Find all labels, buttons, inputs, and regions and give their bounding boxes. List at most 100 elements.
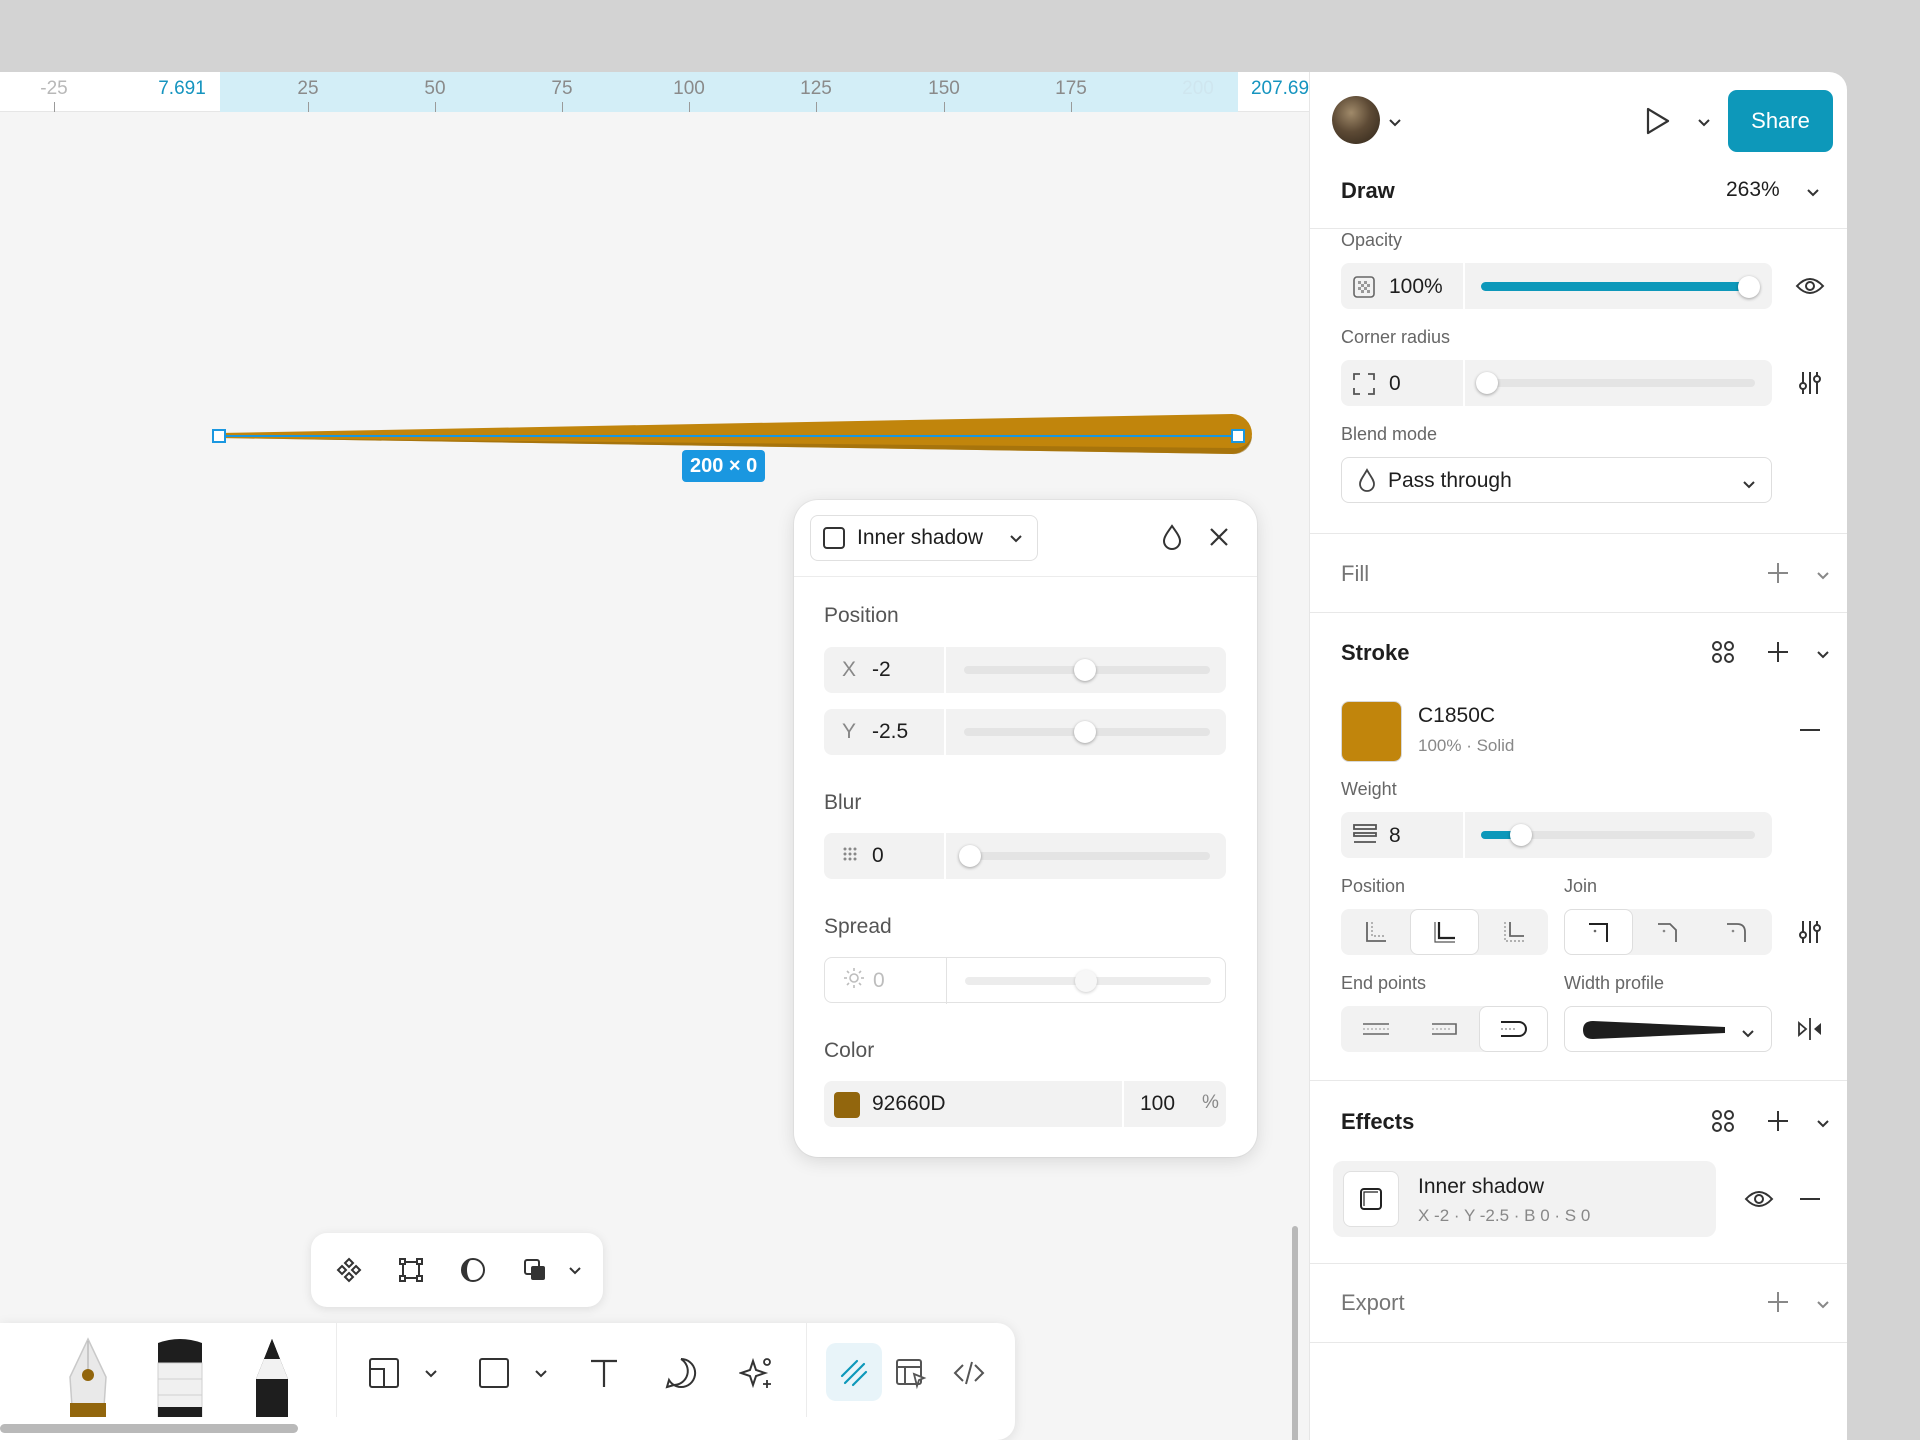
- y-offset-slider[interactable]: [964, 721, 1210, 743]
- vertical-scrollbar[interactable]: [1292, 1226, 1298, 1440]
- effect-type-dropdown[interactable]: Inner shadow: [810, 515, 1038, 561]
- stroke-color-hex[interactable]: C1850C: [1418, 704, 1495, 728]
- blur-slider[interactable]: [959, 845, 1210, 867]
- shadow-color-opacity[interactable]: 100: [1140, 1092, 1175, 1116]
- stroke-weight-slider[interactable]: [1481, 824, 1755, 846]
- corner-radius-slider[interactable]: [1476, 372, 1755, 394]
- zoom-level[interactable]: 263%: [1726, 178, 1780, 202]
- percent-sign: %: [1202, 1092, 1219, 1113]
- cap-square-icon[interactable]: [1410, 1006, 1479, 1052]
- slider-knob[interactable]: [1476, 372, 1498, 394]
- shadow-color-swatch[interactable]: [834, 1092, 860, 1118]
- draw-mode-icon[interactable]: [834, 1353, 874, 1393]
- pen-tool-icon[interactable]: [60, 1335, 116, 1417]
- x-offset-field[interactable]: X -2: [824, 647, 1226, 693]
- cap-none-icon[interactable]: [1341, 1006, 1410, 1052]
- styles-grid-icon[interactable]: [1706, 1104, 1740, 1138]
- play-icon[interactable]: [1640, 104, 1674, 138]
- stroke-outside-icon[interactable]: [1479, 909, 1548, 955]
- selection-handle-end[interactable]: [1231, 429, 1245, 443]
- join-round-icon[interactable]: [1702, 909, 1772, 955]
- ai-sparkle-icon[interactable]: [737, 1353, 777, 1393]
- blur-value[interactable]: 0: [872, 844, 884, 868]
- add-effect-icon[interactable]: [1761, 1104, 1795, 1138]
- chevron-down-icon[interactable]: [1388, 114, 1402, 132]
- rectangle-tool-icon[interactable]: [474, 1353, 514, 1393]
- inner-shadow-icon[interactable]: [1343, 1171, 1399, 1227]
- export-section-title[interactable]: Export: [1341, 1290, 1405, 1316]
- blend-drop-icon[interactable]: [1157, 522, 1187, 552]
- chevron-down-icon[interactable]: [1816, 1115, 1830, 1133]
- opacity-slider[interactable]: [1481, 276, 1760, 298]
- eye-icon[interactable]: [1742, 1182, 1776, 1216]
- design-mode-icon[interactable]: [891, 1353, 931, 1393]
- adjust-sliders-icon[interactable]: [1793, 366, 1827, 400]
- slider-knob[interactable]: [959, 845, 981, 867]
- fill-section-title[interactable]: Fill: [1341, 561, 1369, 587]
- opacity-value[interactable]: 100%: [1389, 275, 1443, 299]
- color-label: Color: [824, 1039, 875, 1062]
- avatar[interactable]: [1332, 96, 1380, 144]
- opacity-label: Opacity: [1341, 230, 1403, 250]
- drawn-stroke[interactable]: [0, 72, 1309, 472]
- effect-row-inner-shadow[interactable]: Inner shadow X -2 · Y -2.5 · B 0 · S 0: [1333, 1161, 1716, 1237]
- add-stroke-icon[interactable]: [1761, 635, 1795, 669]
- pencil-tool-icon[interactable]: [244, 1335, 300, 1417]
- chevron-down-icon[interactable]: [1816, 646, 1830, 664]
- frame-tool-icon[interactable]: [364, 1353, 404, 1393]
- spread-slider: [965, 970, 1211, 992]
- blend-mode-dropdown[interactable]: Pass through: [1341, 457, 1772, 503]
- remove-effect-icon[interactable]: [1793, 1182, 1827, 1216]
- y-offset-value[interactable]: -2.5: [872, 720, 908, 744]
- advanced-stroke-icon[interactable]: [1793, 915, 1827, 949]
- dev-mode-icon[interactable]: [949, 1353, 989, 1393]
- component-icon[interactable]: [332, 1253, 366, 1287]
- remove-stroke-icon[interactable]: [1793, 713, 1827, 747]
- stroke-color-swatch[interactable]: [1341, 701, 1402, 762]
- add-export-icon[interactable]: [1761, 1285, 1795, 1319]
- text-tool-icon[interactable]: [584, 1353, 624, 1393]
- slider-knob[interactable]: [1738, 276, 1760, 298]
- stroke-inside-icon[interactable]: [1341, 909, 1410, 955]
- join-bevel-icon[interactable]: [1633, 909, 1702, 955]
- corner-radius-field[interactable]: 0: [1341, 360, 1772, 406]
- boolean-union-icon[interactable]: [518, 1253, 552, 1287]
- mask-icon[interactable]: [456, 1253, 490, 1287]
- shadow-color-field[interactable]: 92660D 100 %: [824, 1081, 1226, 1127]
- frame-selection-icon[interactable]: [394, 1253, 428, 1287]
- add-fill-icon[interactable]: [1761, 556, 1795, 590]
- end-points-segmented: [1341, 1006, 1548, 1052]
- width-profile-dropdown[interactable]: [1564, 1006, 1772, 1052]
- eye-icon[interactable]: [1793, 269, 1827, 303]
- styles-grid-icon[interactable]: [1706, 635, 1740, 669]
- stroke-weight-value[interactable]: 8: [1389, 824, 1401, 848]
- opacity-field[interactable]: 100%: [1341, 263, 1772, 309]
- cap-round-icon[interactable]: [1479, 1006, 1548, 1052]
- horizontal-scrollbar[interactable]: [0, 1424, 298, 1433]
- brush-tool-icon[interactable]: [152, 1335, 208, 1418]
- x-offset-value[interactable]: -2: [872, 658, 891, 682]
- flip-width-profile-icon[interactable]: [1793, 1012, 1827, 1046]
- stroke-center-icon[interactable]: [1410, 909, 1479, 955]
- corner-radius-value[interactable]: 0: [1389, 372, 1401, 396]
- shadow-color-hex[interactable]: 92660D: [872, 1092, 946, 1116]
- chevron-down-icon[interactable]: [424, 1365, 438, 1381]
- chevron-down-icon[interactable]: [1806, 184, 1820, 202]
- chevron-down-icon[interactable]: [1816, 1296, 1830, 1314]
- slider-knob[interactable]: [1074, 659, 1096, 681]
- blur-field[interactable]: 0: [824, 833, 1226, 879]
- comment-tool-icon[interactable]: [661, 1353, 701, 1393]
- join-miter-icon[interactable]: [1564, 909, 1633, 955]
- stroke-weight-field[interactable]: 8: [1341, 812, 1772, 858]
- chevron-down-icon[interactable]: [1697, 114, 1711, 132]
- share-button[interactable]: Share: [1728, 90, 1833, 152]
- y-offset-field[interactable]: Y -2.5: [824, 709, 1226, 755]
- close-icon[interactable]: [1204, 522, 1234, 552]
- chevron-down-icon[interactable]: [534, 1365, 548, 1381]
- slider-knob[interactable]: [1074, 721, 1096, 743]
- x-offset-slider[interactable]: [964, 659, 1210, 681]
- chevron-down-icon[interactable]: [1816, 567, 1830, 585]
- selection-handle-start[interactable]: [212, 429, 226, 443]
- chevron-down-icon[interactable]: [558, 1253, 592, 1287]
- slider-knob[interactable]: [1510, 824, 1532, 846]
